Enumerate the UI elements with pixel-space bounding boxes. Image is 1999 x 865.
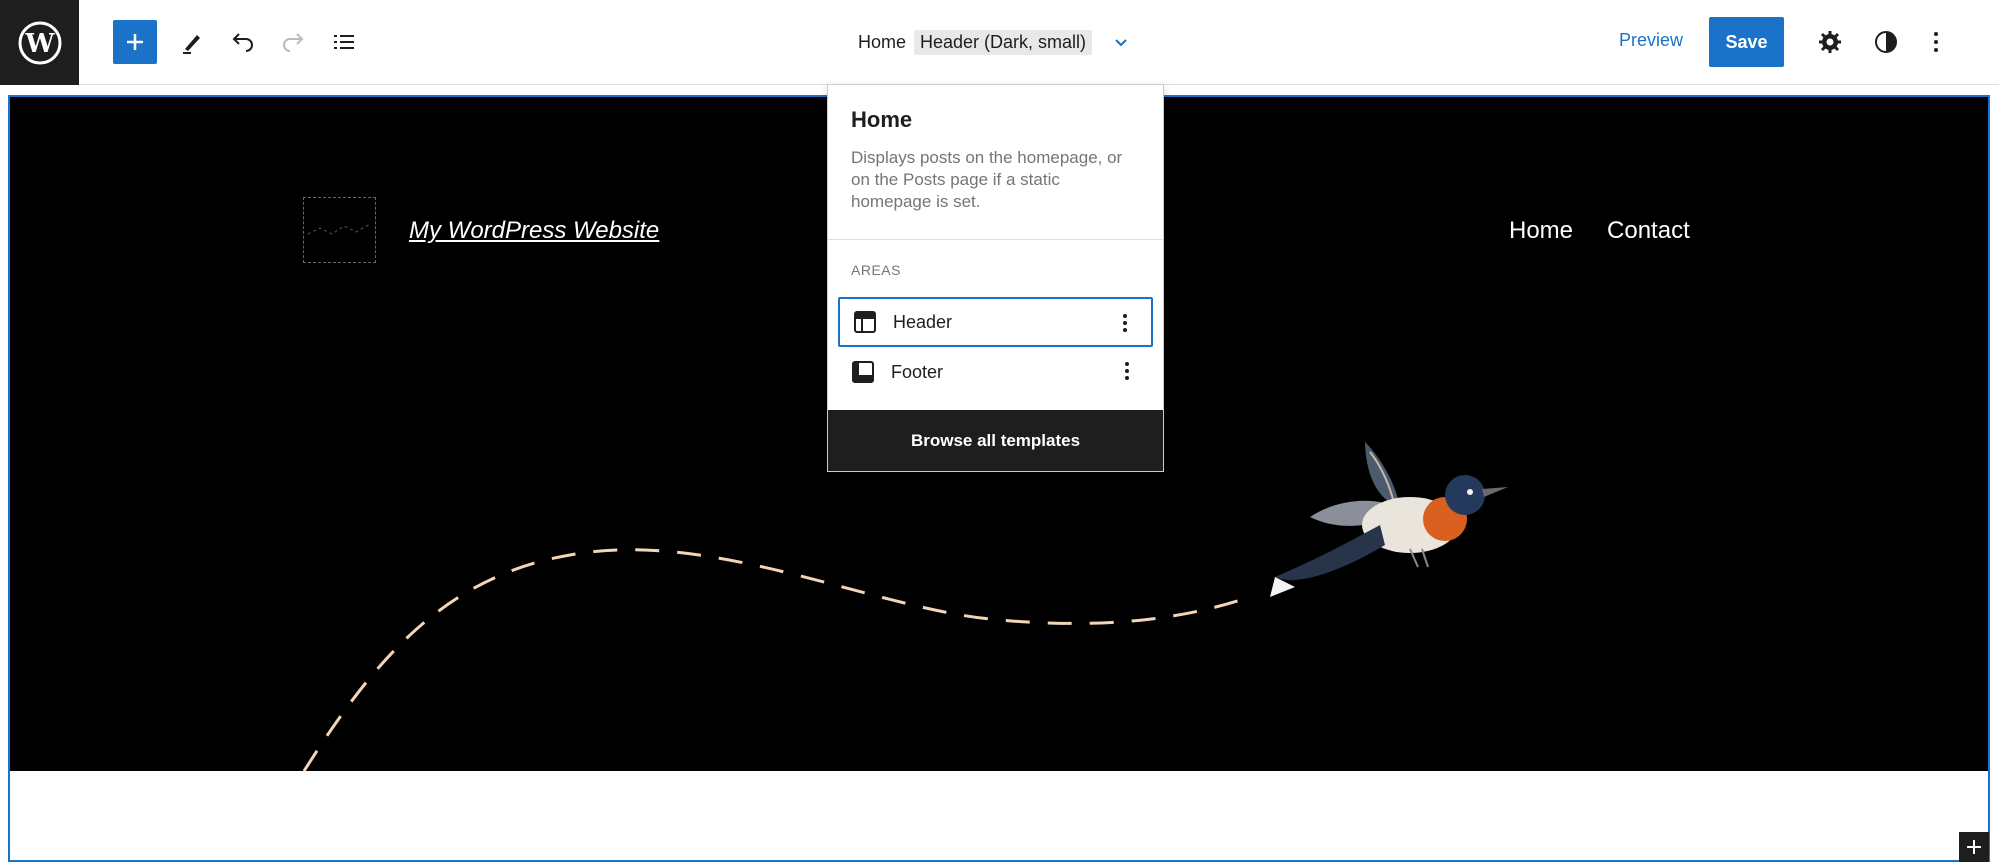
redo-button[interactable] — [271, 20, 315, 64]
svg-text:W: W — [24, 29, 55, 59]
footer-layout-icon — [852, 361, 874, 383]
area-item-header[interactable]: Header — [838, 297, 1153, 347]
preview-button[interactable]: Preview — [1619, 30, 1683, 51]
save-button[interactable]: Save — [1709, 17, 1784, 67]
add-block-button[interactable] — [113, 20, 157, 64]
plus-icon — [127, 34, 143, 50]
template-part-chip: Header (Dark, small) — [914, 29, 1093, 55]
header-layout-icon — [854, 311, 876, 333]
half-circle-contrast-icon — [1875, 31, 1897, 53]
settings-button[interactable] — [1808, 20, 1852, 64]
vertical-ellipsis-icon — [1934, 32, 1938, 52]
wordpress-logo-icon[interactable]: W — [0, 0, 79, 85]
edit-tools-button[interactable] — [170, 20, 214, 64]
list-view-button[interactable] — [322, 20, 366, 64]
plus-icon — [1967, 840, 1981, 854]
styles-button[interactable] — [1864, 20, 1908, 64]
area-label-footer: Footer — [891, 361, 944, 382]
popover-header: Home Displays posts on the homepage, or … — [828, 85, 1163, 240]
vertical-ellipsis-icon[interactable] — [1115, 359, 1139, 383]
add-block-appender-button[interactable] — [1959, 832, 1989, 862]
undo-icon — [232, 33, 253, 52]
area-item-footer[interactable]: Footer — [838, 347, 1153, 397]
chevron-down-icon[interactable] — [1112, 33, 1130, 51]
undo-button[interactable] — [221, 20, 265, 64]
area-label-header: Header — [893, 311, 953, 332]
pencil-icon — [183, 35, 200, 54]
browse-all-templates-button[interactable]: Browse all templates — [828, 410, 1163, 471]
vertical-ellipsis-icon[interactable] — [1113, 311, 1137, 335]
areas-heading: AREAS — [851, 262, 901, 278]
template-details-popover: Home Displays posts on the homepage, or … — [827, 84, 1164, 472]
popover-title: Home — [851, 107, 913, 132]
popover-description: Displays posts on the homepage, or on th… — [851, 148, 1123, 211]
template-name: Home — [858, 31, 907, 52]
template-title-bar[interactable]: Home Header (Dark, small) — [858, 26, 1130, 58]
options-menu-button[interactable] — [1914, 20, 1958, 64]
editor-toolbar: W Home Header (Dark, small) Preview Save — [0, 0, 1999, 85]
redo-icon — [283, 33, 304, 52]
bird-illustration — [1270, 442, 1508, 597]
gear-icon — [1819, 31, 1841, 53]
list-view-icon — [334, 35, 354, 49]
